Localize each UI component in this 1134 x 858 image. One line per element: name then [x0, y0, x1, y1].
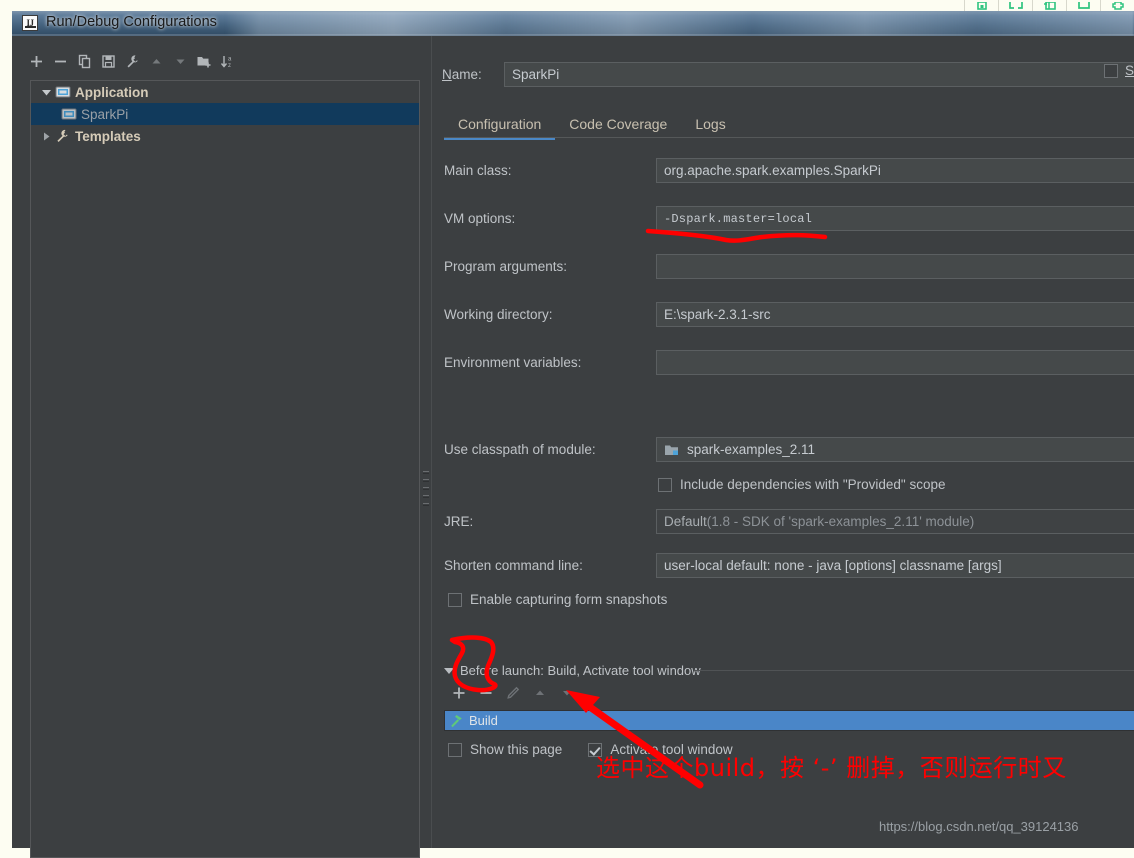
tree-node-application[interactable]: Application	[31, 81, 419, 103]
arrow-down-icon[interactable]	[169, 50, 191, 72]
desktop-left-edge	[0, 11, 12, 848]
watermark-url: https://blog.csdn.net/qq_39124136	[879, 819, 1079, 834]
environment-variables-row: Environment variables:	[444, 350, 1134, 375]
working-directory-label: Working directory:	[444, 307, 553, 322]
task-move-down-button[interactable]	[556, 682, 578, 704]
main-class-input[interactable]: org.apache.spark.examples.SparkPi	[656, 158, 1134, 183]
jre-select[interactable]: Default (1.8 - SDK of 'spark-examples_2.…	[656, 509, 1134, 534]
pencil-icon[interactable]	[502, 682, 524, 704]
before-launch-separator	[694, 670, 1134, 671]
program-arguments-input[interactable]	[656, 254, 1134, 279]
application-icon	[61, 107, 81, 121]
main-class-row: Main class: org.apache.spark.examples.Sp…	[444, 158, 1134, 183]
jre-value-main: Default	[664, 514, 707, 529]
form-snapshots-checkbox[interactable]	[448, 592, 462, 607]
chevron-down-icon[interactable]	[444, 667, 454, 674]
configurations-toolbar: az	[25, 50, 239, 72]
jre-label: JRE:	[444, 514, 474, 529]
tree-node-label: Templates	[75, 128, 141, 144]
main-class-label: Main class:	[444, 163, 512, 178]
before-launch-toolbar	[448, 682, 578, 704]
vm-options-label: VM options:	[444, 211, 516, 226]
show-this-page-checkbox[interactable]	[448, 742, 462, 757]
module-icon	[664, 443, 680, 457]
run-icon[interactable]	[964, 0, 998, 11]
classpath-module-label: Use classpath of module:	[444, 442, 596, 457]
program-arguments-row: Program arguments:	[444, 254, 1134, 279]
shorten-command-line-label: Shorten command line:	[444, 558, 583, 573]
working-directory-input[interactable]: E:\spark-2.3.1-src	[656, 302, 1134, 327]
classpath-module-select[interactable]: spark-examples_2.11	[656, 437, 1134, 462]
chevron-right-icon[interactable]	[37, 131, 55, 142]
run-debug-configurations-dialog: az Application SparkPi Templates Name: S…	[12, 36, 1134, 858]
tree-node-label: SparkPi	[81, 106, 129, 122]
form-snapshots-label: Enable capturing form snapshots	[470, 592, 668, 607]
name-label: Name:	[442, 67, 482, 82]
folder-add-icon[interactable]	[193, 50, 215, 72]
jre-value-detail: (1.8 - SDK of 'spark-examples_2.11' modu…	[706, 514, 975, 529]
add-task-button[interactable]	[448, 682, 470, 704]
window-title: Run/Debug Configurations	[46, 14, 217, 30]
task-move-up-button[interactable]	[529, 682, 551, 704]
include-dependencies-row[interactable]: Include dependencies with "Provided" sco…	[658, 477, 946, 492]
form-snapshots-row[interactable]: Enable capturing form snapshots	[448, 592, 667, 607]
vm-options-input[interactable]: -Dspark.master=local	[656, 206, 1134, 231]
configurations-tree[interactable]: Application SparkPi Templates	[30, 80, 420, 858]
sort-az-icon[interactable]: az	[217, 50, 239, 72]
database-icon[interactable]	[1032, 0, 1066, 11]
before-launch-title: Before launch: Build, Activate tool wind…	[460, 663, 701, 678]
save-configuration-button[interactable]	[97, 50, 119, 72]
tree-node-sparkpi[interactable]: SparkPi	[31, 103, 419, 125]
show-this-page-label: Show this page	[470, 742, 563, 757]
working-directory-row: Working directory: E:\spark-2.3.1-src	[444, 302, 1134, 327]
tree-node-templates[interactable]: Templates	[31, 125, 419, 147]
intellij-idea-icon: IJ	[22, 15, 38, 31]
jre-row: JRE: Default (1.8 - SDK of 'spark-exampl…	[444, 509, 1134, 534]
tray-icon[interactable]	[1066, 0, 1100, 11]
arrow-up-icon[interactable]	[145, 50, 167, 72]
environment-variables-input[interactable]	[656, 350, 1134, 375]
add-configuration-button[interactable]	[25, 50, 47, 72]
application-icon	[55, 85, 75, 99]
shorten-command-line-row: Shorten command line: user-local default…	[444, 553, 1134, 578]
environment-variables-label: Environment variables:	[444, 355, 582, 370]
classpath-module-row: Use classpath of module: spark-examples_…	[444, 437, 1134, 462]
include-dependencies-checkbox[interactable]	[658, 477, 672, 492]
hammer-icon	[449, 714, 463, 728]
share-checkbox-row[interactable]: Sh	[1104, 63, 1134, 78]
before-launch-header[interactable]: Before launch: Build, Activate tool wind…	[444, 663, 701, 678]
share-checkbox[interactable]	[1104, 63, 1118, 78]
before-launch-task-build[interactable]: Build	[444, 710, 1134, 731]
tabs-divider	[444, 137, 1134, 138]
svg-text:z: z	[228, 63, 231, 69]
expand-icon[interactable]	[998, 0, 1032, 11]
configuration-form: Name: SparkPi Sh Configuration Code Cove…	[432, 36, 1134, 848]
configuration-tabs[interactable]: Configuration Code Coverage Logs	[444, 108, 740, 140]
ide-toolbar-icons	[964, 0, 1134, 11]
splitter-grip[interactable]	[423, 470, 429, 510]
copy-configuration-button[interactable]	[73, 50, 95, 72]
wrench-icon	[55, 129, 75, 143]
remove-task-button[interactable]	[475, 682, 497, 704]
wrench-icon[interactable]	[121, 50, 143, 72]
include-dependencies-label: Include dependencies with "Provided" sco…	[680, 477, 946, 492]
ide-toolbar-strip	[0, 0, 1134, 11]
classpath-module-value: spark-examples_2.11	[687, 442, 816, 457]
name-input[interactable]: SparkPi	[504, 62, 1134, 87]
settings-gear-icon[interactable]	[1100, 0, 1134, 11]
share-label: Sh	[1125, 63, 1134, 78]
chinese-annotation-text: 选中这个build，按 ‘-’ 删掉，否则运行时又	[596, 754, 1067, 782]
tree-node-label: Application	[75, 84, 149, 100]
remove-configuration-button[interactable]	[49, 50, 71, 72]
svg-text:a: a	[228, 56, 232, 62]
chevron-down-icon[interactable]	[37, 87, 55, 98]
name-row: Name: SparkPi	[442, 62, 1134, 87]
before-launch-task-label: Build	[469, 713, 498, 728]
vm-options-row: VM options: -Dspark.master=local	[444, 206, 1134, 231]
program-arguments-label: Program arguments:	[444, 259, 568, 274]
shorten-command-line-select[interactable]: user-local default: none - java [options…	[656, 553, 1134, 578]
window-titlebar[interactable]: IJ Run/Debug Configurations	[12, 11, 1134, 36]
